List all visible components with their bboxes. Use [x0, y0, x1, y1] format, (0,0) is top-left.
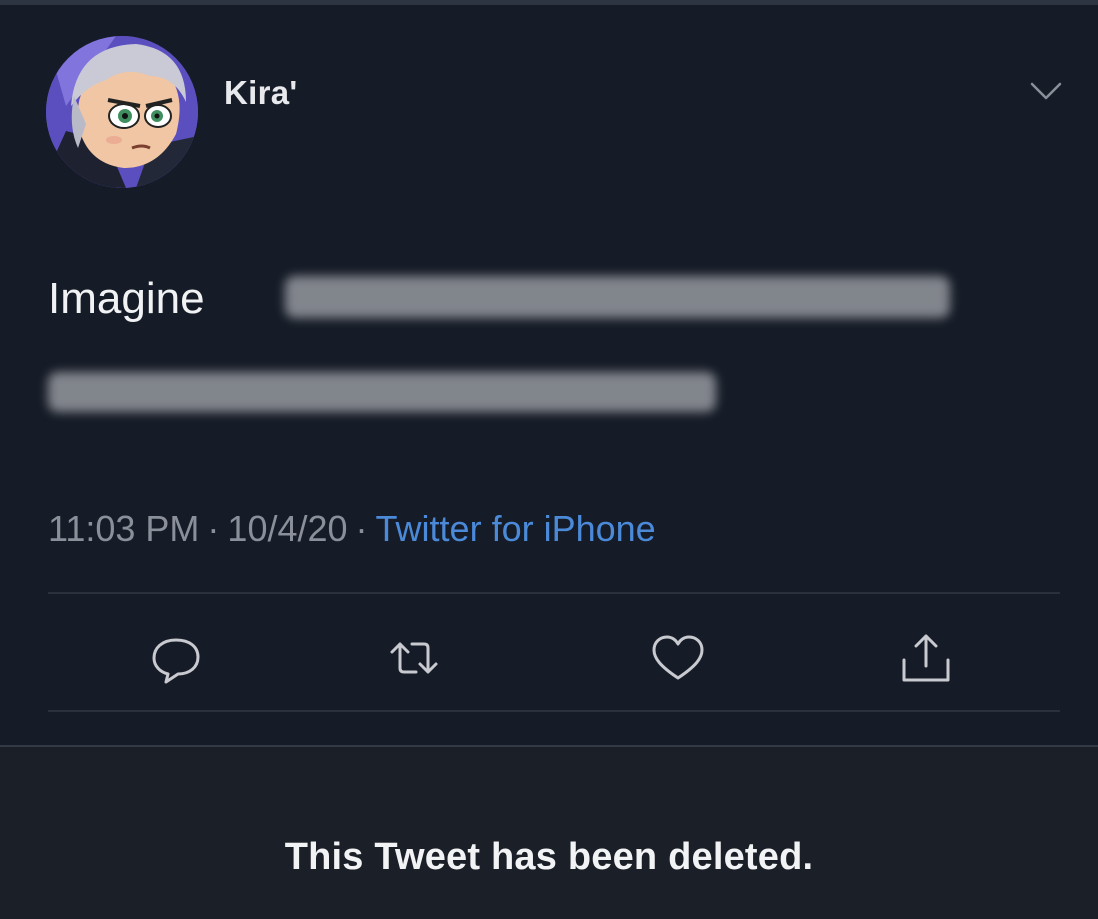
timestamp: 11:03 PM [48, 508, 200, 549]
source-link[interactable]: Twitter for iPhone [376, 508, 656, 549]
reply-icon[interactable] [148, 630, 204, 686]
divider [48, 592, 1060, 594]
deleted-message: This Tweet has been deleted. [284, 836, 814, 878]
chevron-down-icon[interactable] [1028, 76, 1064, 104]
tweet-text-prefix: Imagine [48, 274, 205, 323]
share-icon[interactable] [898, 630, 954, 686]
avatar[interactable] [46, 36, 198, 188]
date: 10/4/20 [227, 508, 348, 549]
divider [48, 710, 1060, 712]
retweet-icon[interactable] [386, 630, 442, 686]
redaction-blur [285, 276, 950, 318]
deleted-banner [0, 745, 1098, 919]
redaction-blur [48, 372, 716, 412]
display-name[interactable]: Kira' [224, 74, 298, 112]
separator: · [207, 508, 220, 549]
separator: · [355, 508, 368, 549]
tweet-meta: 11:03 PM · 10/4/20 · Twitter for iPhone [48, 508, 656, 550]
like-icon[interactable] [650, 630, 706, 686]
